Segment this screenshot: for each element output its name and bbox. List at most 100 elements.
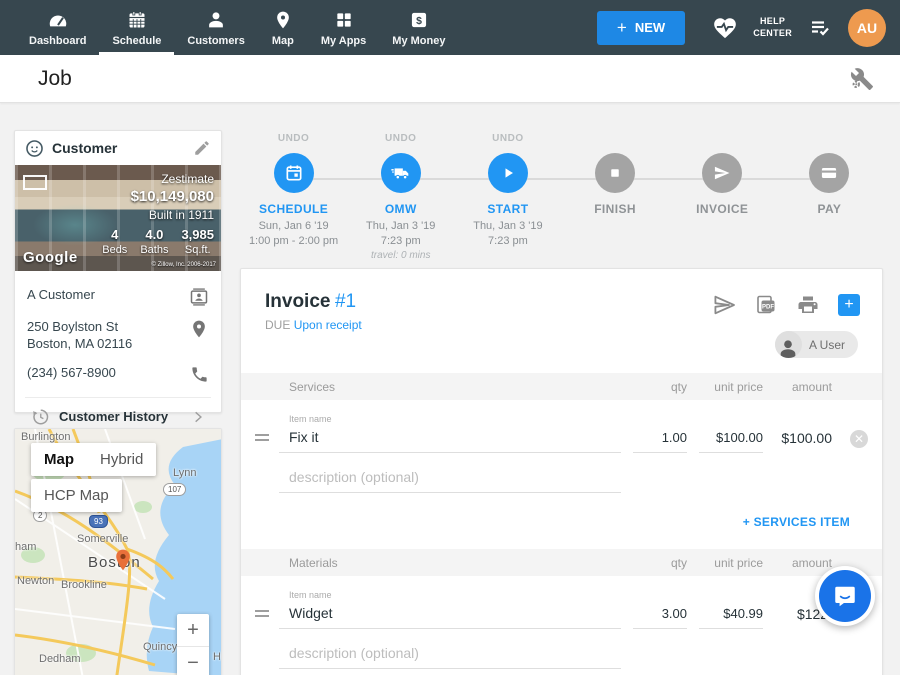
streetview-photo[interactable]: Zestimate $10,149,080 Built in 1911 4Bed…: [15, 165, 221, 271]
step-date: Thu, Jan 3 '19: [473, 219, 542, 234]
map-type-map-button[interactable]: Map: [31, 443, 87, 476]
location-pin-icon[interactable]: [189, 319, 209, 339]
material-item-name-input[interactable]: Widget: [279, 605, 621, 629]
send-invoice-icon[interactable]: [712, 293, 736, 317]
invoice-number[interactable]: #1: [335, 291, 356, 312]
job-location-pin: [115, 549, 131, 571]
nav-item-schedule[interactable]: Schedule: [99, 0, 174, 55]
map-type-toggle: Map Hybrid: [31, 443, 156, 476]
svg-text:$: $: [416, 16, 422, 27]
address-line2: Boston, MA 02116: [27, 336, 181, 353]
nav-item-map[interactable]: Map: [258, 0, 308, 55]
map-card: Burlington Lynn 107 2 93 Somerville ham …: [14, 428, 222, 675]
service-description-input[interactable]: description (optional): [279, 469, 621, 493]
nav-label: Dashboard: [29, 35, 86, 47]
map-label-hingham: Hi: [213, 651, 222, 663]
add-invoice-button[interactable]: +: [838, 294, 860, 316]
apps-grid-icon: [332, 8, 356, 32]
step-time: 7:23 pm: [473, 234, 542, 249]
service-item-name-input[interactable]: Fix it: [279, 429, 621, 453]
material-unit-price-input[interactable]: $40.99: [699, 606, 763, 629]
dashboard-icon: [46, 8, 70, 32]
nav-item-my-money[interactable]: $ My Money: [379, 0, 458, 55]
undo-start-button[interactable]: UNDO: [492, 133, 523, 147]
contact-card-icon[interactable]: [189, 287, 209, 307]
invoice-header: Invoice #1 DUE Upon receipt PDF +: [241, 269, 882, 373]
heartbeat-icon[interactable]: [711, 14, 739, 42]
materials-title: Materials: [279, 556, 621, 570]
new-button[interactable]: + NEW: [597, 11, 685, 45]
add-services-item-button[interactable]: + SERVICES ITEM: [743, 515, 850, 529]
print-icon[interactable]: [796, 293, 820, 317]
amount-column-header: amount: [763, 556, 832, 570]
step-invoice: INVOICE: [669, 133, 776, 261]
i93-shield: 93: [89, 515, 108, 528]
step-label: PAY: [817, 202, 841, 216]
step-pay: PAY: [776, 133, 883, 261]
start-step-button[interactable]: [488, 153, 528, 193]
svg-text:PDF: PDF: [762, 305, 774, 311]
sqft-label: Sq.ft.: [181, 243, 214, 258]
step-label: START: [487, 202, 528, 216]
chat-widget-button[interactable]: [815, 566, 875, 626]
unit-price-column-header: unit price: [687, 556, 763, 570]
drag-handle-icon[interactable]: [255, 610, 269, 617]
step-schedule: UNDO SCHEDULE Sun, Jan 6 '19 1:00 pm - 2…: [240, 133, 347, 261]
unit-price-column-header: unit price: [687, 380, 763, 394]
zoom-in-button[interactable]: +: [177, 614, 209, 646]
sqft-value: 3,985: [181, 226, 214, 244]
service-qty-input[interactable]: 1.00: [633, 430, 687, 453]
material-description-input[interactable]: description (optional): [279, 645, 621, 669]
zoom-out-button[interactable]: −: [177, 646, 209, 675]
help-line2: CENTER: [753, 28, 792, 39]
app-screen: Dashboard Schedule Customers Map: [0, 0, 900, 675]
nav-item-dashboard[interactable]: Dashboard: [16, 0, 99, 55]
remove-service-item-button[interactable]: ✕: [850, 430, 868, 448]
assignee-avatar-icon: [775, 331, 802, 358]
customer-address: 250 Boylston St Boston, MA 02116: [27, 319, 181, 353]
invoice-step-button[interactable]: [702, 153, 742, 193]
step-time: 1:00 pm - 2:00 pm: [249, 234, 338, 249]
home-facts: 4Beds 4.0Baths 3,985Sq.ft.: [102, 226, 214, 258]
plus-icon: +: [617, 18, 627, 38]
hcp-map-button[interactable]: HCP Map: [31, 479, 122, 512]
customer-card: Customer Zestimate $10,149,080 Built in …: [14, 130, 222, 413]
map-label-lynn: Lynn: [173, 467, 196, 479]
step-label: FINISH: [594, 202, 636, 216]
beds-value: 4: [102, 226, 127, 244]
built-year: Built in 1911: [102, 207, 214, 223]
qty-column-header: qty: [621, 556, 687, 570]
map-type-hybrid-button[interactable]: Hybrid: [87, 443, 156, 476]
credit-card-icon-button[interactable]: [809, 153, 849, 193]
job-tools-icon[interactable]: [850, 67, 874, 91]
zestimate-label: Zestimate: [102, 171, 214, 187]
pdf-icon[interactable]: PDF: [754, 293, 778, 317]
finish-step-button[interactable]: [595, 153, 635, 193]
drag-handle-icon[interactable]: [255, 434, 269, 441]
tasks-list-icon[interactable]: [806, 14, 834, 42]
service-unit-price-input[interactable]: $100.00: [699, 430, 763, 453]
services-title: Services: [279, 380, 621, 394]
nav-item-customers[interactable]: Customers: [174, 0, 257, 55]
edit-pencil-icon[interactable]: [193, 139, 211, 157]
help-center-link[interactable]: HELP CENTER: [753, 16, 792, 39]
omw-step-button[interactable]: [381, 153, 421, 193]
amount-column-header: amount: [763, 380, 832, 394]
undo-omw-button[interactable]: UNDO: [385, 133, 416, 147]
play-icon: [498, 163, 518, 183]
history-icon: [31, 408, 49, 426]
phone-icon[interactable]: [190, 365, 209, 384]
assignee-chip[interactable]: A User: [775, 331, 858, 358]
user-avatar[interactable]: AU: [848, 9, 886, 47]
map-label-burlington: Burlington: [21, 431, 71, 443]
calendar-icon: [284, 163, 304, 183]
due-terms-link[interactable]: Upon receipt: [294, 318, 362, 332]
credit-card-icon: [819, 163, 839, 183]
nav-item-my-apps[interactable]: My Apps: [308, 0, 379, 55]
undo-schedule-button[interactable]: UNDO: [278, 133, 309, 147]
customer-history-row[interactable]: Customer History: [25, 397, 211, 426]
route-107-shield: 107: [163, 483, 186, 496]
schedule-step-button[interactable]: [274, 153, 314, 193]
service-amount: $100.00: [763, 430, 832, 453]
material-qty-input[interactable]: 3.00: [633, 606, 687, 629]
